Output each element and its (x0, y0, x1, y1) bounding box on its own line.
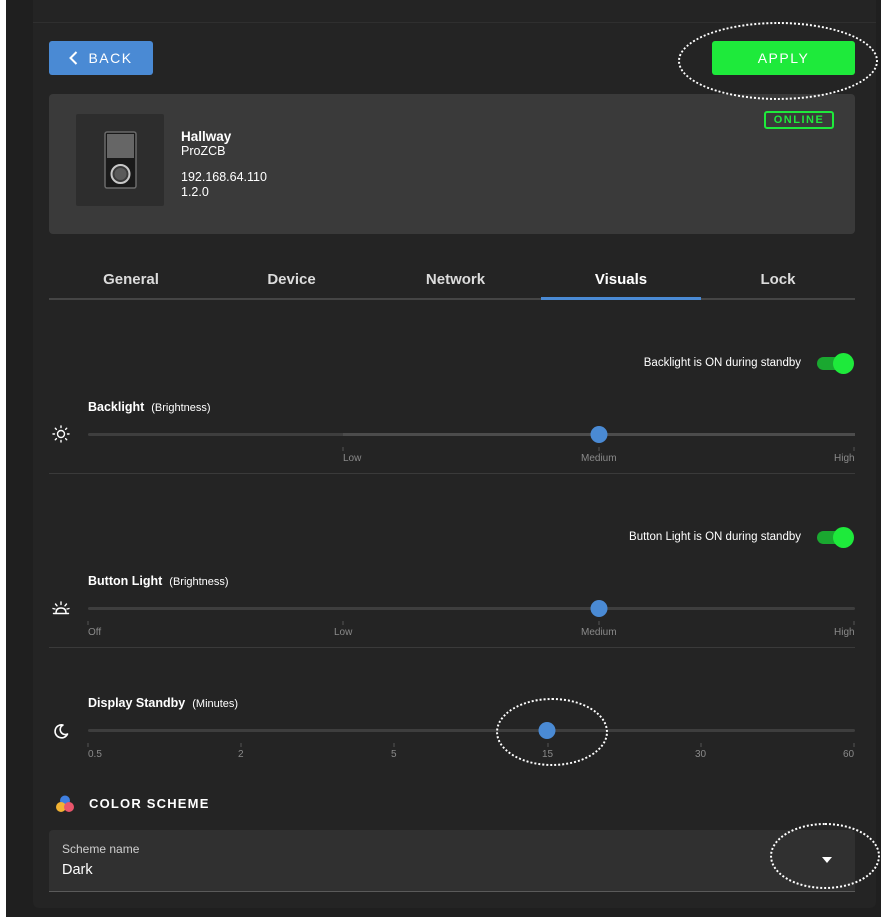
slider-tick (547, 743, 549, 747)
button-light-title-text: Button Light (88, 574, 163, 588)
scheme-name-label: Scheme name (62, 842, 140, 856)
slider-tick-label: High (834, 627, 855, 638)
device-version: 1.2.0 (181, 185, 209, 199)
slider-tick-label: Medium (581, 453, 617, 464)
slider-tick-label: Low (343, 453, 362, 464)
palette-icon (56, 795, 74, 812)
section-divider (49, 647, 855, 648)
backlight-slider[interactable] (88, 424, 855, 444)
slider-tick-label: High (834, 453, 855, 464)
slider-tick (342, 621, 344, 625)
display-standby-slider[interactable] (88, 720, 855, 740)
button-light-slider[interactable] (88, 598, 855, 618)
slider-thumb[interactable] (590, 426, 608, 443)
button-light-unit: (Brightness) (169, 576, 229, 588)
back-button-label: BACK (88, 50, 133, 66)
device-name: Hallway (181, 129, 232, 144)
slider-tick-label: 2 (238, 749, 244, 760)
toggle-knob (833, 527, 854, 548)
display-standby-title-text: Display Standby (88, 696, 186, 710)
button-light-icon (52, 601, 70, 615)
slider-thumb[interactable] (590, 600, 608, 617)
slider-tick (853, 743, 855, 747)
slider-tick-label: 5 (391, 749, 397, 760)
backlight-standby-toggle[interactable] (817, 351, 855, 375)
slider-tick-label: Off (88, 627, 102, 638)
backlight-unit: (Brightness) (151, 402, 211, 414)
backlight-title-text: Backlight (88, 400, 145, 414)
top-divider (33, 22, 876, 23)
wall-switch-icon (104, 131, 137, 189)
scheme-name-select[interactable]: Scheme name Dark (49, 830, 855, 892)
slider-tick-label: Low (334, 627, 353, 638)
slider-tick (240, 743, 242, 747)
back-button[interactable]: BACK (49, 41, 153, 75)
slider-tick-label: 0.5 (88, 749, 102, 760)
color-scheme-title: COLOR SCHEME (89, 796, 210, 811)
device-thumbnail (76, 114, 164, 206)
button-light-standby-label: Button Light is ON during standby (629, 531, 801, 543)
slider-tick (393, 743, 395, 747)
device-card: Hallway ProZCB 192.168.64.110 1.2.0 ONLI… (49, 94, 855, 234)
slider-tick (853, 447, 855, 451)
slider-tick (87, 743, 89, 747)
slider-tick (342, 447, 344, 451)
active-tab-indicator (541, 297, 701, 300)
slider-thumb[interactable] (538, 722, 556, 739)
device-info: Hallway ProZCB 192.168.64.110 1.2.0 (181, 129, 267, 200)
slider-tick-label: Medium (581, 627, 617, 638)
tab-network[interactable]: Network (370, 271, 541, 291)
slider-tick-label: 60 (843, 749, 855, 760)
slider-track (88, 607, 855, 610)
scheme-name-value: Dark (62, 862, 93, 878)
tab-lock[interactable]: Lock (701, 271, 855, 291)
section-divider (49, 473, 855, 474)
apply-button[interactable]: APPLY (712, 41, 855, 75)
tab-general[interactable]: General (49, 271, 213, 291)
caret-down-icon[interactable] (820, 855, 834, 865)
tabs-divider (49, 298, 855, 300)
backlight-standby-label: Backlight is ON during standby (643, 357, 801, 369)
status-badge: ONLINE (764, 111, 834, 129)
slider-tick (598, 621, 600, 625)
display-standby-title: Display Standby (Minutes) (88, 696, 238, 710)
device-ip: 192.168.64.110 (181, 170, 267, 184)
sun-icon (52, 425, 70, 443)
slider-tick-label: 30 (695, 749, 707, 760)
display-standby-unit: (Minutes) (192, 698, 239, 710)
toggle-knob (833, 353, 854, 374)
slider-tick (700, 743, 702, 747)
moon-icon (54, 724, 69, 739)
slider-tick (598, 447, 600, 451)
chevron-left-icon (69, 51, 78, 65)
slider-tick (853, 621, 855, 625)
apply-button-label: APPLY (757, 50, 810, 66)
device-model: ProZCB (181, 144, 226, 158)
slider-tick-label: 15 (542, 749, 554, 760)
slider-tick (87, 621, 89, 625)
slider-track (88, 729, 855, 732)
button-light-standby-toggle[interactable] (817, 525, 855, 549)
tab-visuals[interactable]: Visuals (541, 271, 701, 291)
window-edge (0, 0, 6, 917)
button-light-title: Button Light (Brightness) (88, 574, 229, 588)
backlight-title: Backlight (Brightness) (88, 400, 211, 414)
tab-device[interactable]: Device (213, 271, 370, 291)
